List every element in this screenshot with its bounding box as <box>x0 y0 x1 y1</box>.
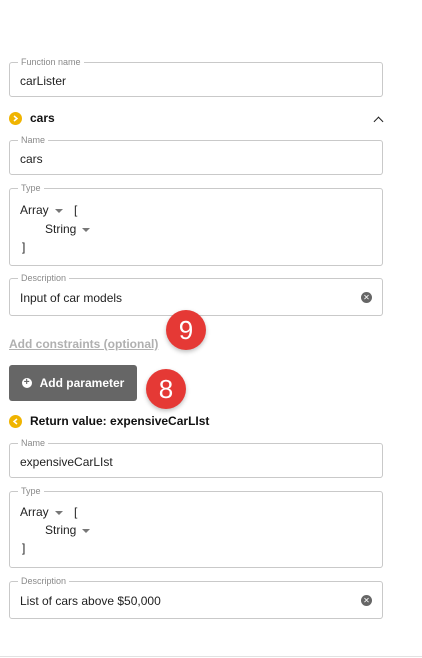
return-type-close-bracket: ] <box>22 541 26 555</box>
chevron-up-icon[interactable] <box>373 116 384 127</box>
return-type-field[interactable]: Type Array [ String ] <box>9 486 383 568</box>
caret-down-icon <box>54 510 63 515</box>
return-name-value: expensiveCarLIst <box>20 455 113 469</box>
type-array-select[interactable]: Array <box>20 203 63 217</box>
parameter-description-label: Description <box>18 273 70 283</box>
return-description-value: List of cars above $50,000 <box>20 594 161 608</box>
divider <box>0 656 422 657</box>
parameter-description-value: Input of car models <box>20 291 123 305</box>
function-name-value: carLister <box>20 74 67 88</box>
add-parameter-button[interactable]: + Add parameter <box>9 365 137 401</box>
type-string-select[interactable]: String <box>45 222 91 236</box>
caret-down-icon <box>54 208 63 213</box>
type-string-value: String <box>45 222 77 236</box>
annotation-marker-9: 9 <box>166 310 206 350</box>
function-name-field[interactable]: Function name carLister <box>9 57 383 97</box>
plus-circle-icon: + <box>21 378 32 388</box>
parameter-name-label: Name <box>18 135 49 145</box>
parameter-title: cars <box>30 111 55 125</box>
return-name-label: Name <box>18 438 49 448</box>
return-value-title: Return value: expensiveCarLIst <box>30 414 210 428</box>
add-constraints-link[interactable]: Add constraints (optional) <box>9 337 158 351</box>
caret-down-icon <box>82 528 91 533</box>
caret-down-icon <box>82 227 91 232</box>
type-close-bracket: ] <box>22 240 26 254</box>
function-name-label: Function name <box>18 57 84 67</box>
return-type-label: Type <box>18 486 44 496</box>
parameter-type-field[interactable]: Type Array [ String ] <box>9 183 383 266</box>
parameter-type-label: Type <box>18 183 44 193</box>
add-parameter-label: Add parameter <box>39 376 125 390</box>
parameter-name-value: cars <box>20 152 43 166</box>
return-type-string-value: String <box>45 523 77 537</box>
close-circle-icon[interactable]: ✕ <box>361 292 372 303</box>
return-name-field[interactable]: Name expensiveCarLIst <box>9 438 383 478</box>
return-type-array-select[interactable]: Array <box>20 505 63 519</box>
chevron-left-icon <box>9 414 22 428</box>
close-circle-icon[interactable]: ✕ <box>361 595 372 606</box>
parameter-description-field[interactable]: Description Input of car models ✕ <box>9 273 383 316</box>
return-description-label: Description <box>18 576 70 586</box>
return-type-open-bracket: [ <box>74 505 78 519</box>
return-description-field[interactable]: Description List of cars above $50,000 ✕ <box>9 576 383 619</box>
return-type-string-select[interactable]: String <box>45 523 91 537</box>
return-value-section-header[interactable]: Return value: expensiveCarLIst <box>9 414 209 428</box>
parameter-name-field[interactable]: Name cars <box>9 135 383 175</box>
chevron-right-icon <box>9 111 22 125</box>
type-array-value: Array <box>20 203 49 217</box>
return-type-array-value: Array <box>20 505 49 519</box>
parameter-section-header[interactable]: cars <box>9 111 55 125</box>
type-open-bracket: [ <box>74 203 78 217</box>
annotation-marker-8: 8 <box>146 369 186 409</box>
